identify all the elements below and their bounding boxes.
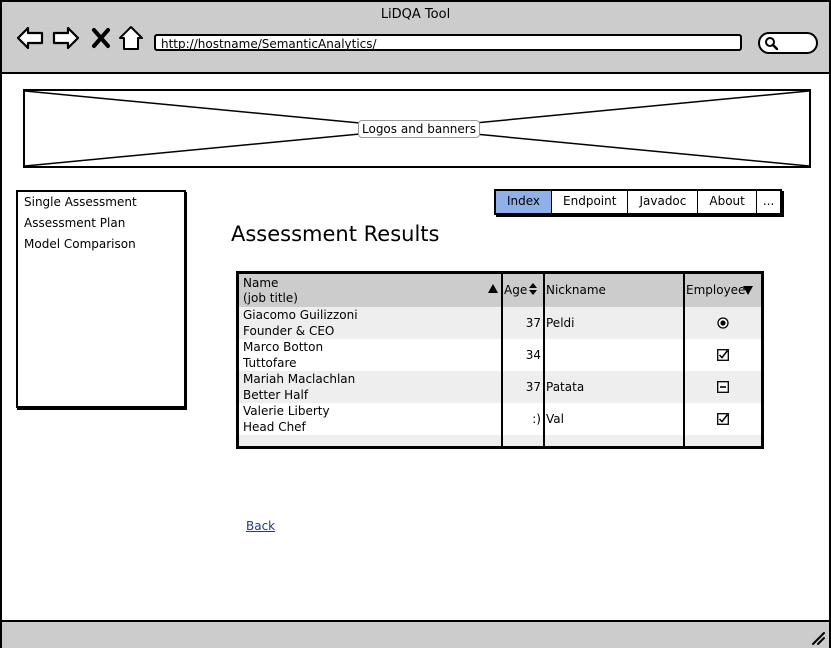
- column-divider: [501, 274, 503, 446]
- tab-javadoc[interactable]: Javadoc: [627, 191, 697, 213]
- cell-age: 37: [525, 380, 541, 394]
- sidebar-item-model-comparison[interactable]: Model Comparison: [18, 234, 184, 255]
- stop-icon[interactable]: [90, 24, 112, 52]
- tab-more[interactable]: ...: [755, 191, 780, 213]
- tab-bar: Index Endpoint Javadoc About ...: [494, 189, 783, 215]
- cell-name: Mariah Maclachlan: [243, 372, 356, 386]
- browser-window: LiDQA Tool http://hostname/SemanticAnaly…: [0, 0, 831, 648]
- search-field[interactable]: [758, 32, 818, 54]
- column-divider: [543, 274, 545, 446]
- browser-toolbar: LiDQA Tool http://hostname/SemanticAnaly…: [2, 2, 829, 74]
- banner-label: Logos and banners: [358, 120, 480, 138]
- column-header-nickname[interactable]: Nickname: [546, 283, 606, 298]
- resize-grip-icon[interactable]: [811, 631, 825, 645]
- page-title: Assessment Results: [231, 222, 440, 246]
- sidebar-item-assessment-plan[interactable]: Assessment Plan: [18, 213, 184, 234]
- cell-nickname: Val: [546, 412, 564, 426]
- sort-both-icon[interactable]: [529, 283, 537, 295]
- cell-name: Giacomo Guilizzoni: [243, 308, 358, 322]
- window-title: LiDQA Tool: [380, 7, 451, 22]
- column-header-employee[interactable]: Employee: [686, 283, 745, 298]
- checkbox-checked-icon[interactable]: [717, 349, 729, 361]
- banner-placeholder: Logos and banners: [23, 89, 811, 168]
- forward-arrow-icon[interactable]: [52, 24, 80, 52]
- cell-age: 34: [525, 348, 541, 362]
- radio-selected-icon[interactable]: [717, 317, 729, 329]
- column-divider: [683, 274, 685, 446]
- back-link[interactable]: Back: [246, 519, 275, 533]
- sort-ascending-icon[interactable]: [488, 284, 498, 293]
- checkbox-checked-icon[interactable]: [717, 413, 729, 425]
- cell-nickname: Patata: [546, 380, 585, 394]
- search-icon: [765, 37, 778, 50]
- url-bar[interactable]: http://hostname/SemanticAnalytics/: [154, 34, 742, 51]
- cell-nickname: Peldi: [546, 316, 575, 330]
- cell-name: Marco Botton: [243, 340, 324, 354]
- checkbox-indeterminate-icon[interactable]: [717, 381, 729, 393]
- cell-job-title: Founder & CEO: [243, 324, 335, 338]
- home-icon[interactable]: [118, 24, 144, 52]
- column-header-name[interactable]: Name (job title): [243, 276, 298, 306]
- tab-endpoint[interactable]: Endpoint: [551, 191, 627, 213]
- cell-job-title: Head Chef: [243, 420, 306, 434]
- cell-job-title: Tuttofare: [243, 356, 297, 370]
- cell-name: Valerie Liberty: [243, 404, 330, 418]
- cell-age: :): [532, 412, 541, 426]
- cell-job-title: Better Half: [243, 388, 309, 402]
- cell-age: 37: [525, 316, 541, 330]
- column-header-age[interactable]: Age: [504, 283, 527, 298]
- sort-descending-icon[interactable]: [743, 286, 753, 295]
- back-arrow-icon[interactable]: [16, 24, 44, 52]
- status-bar: [2, 620, 829, 648]
- sidebar-item-single-assessment[interactable]: Single Assessment: [18, 192, 184, 213]
- tab-about[interactable]: About: [697, 191, 755, 213]
- sidebar: Single Assessment Assessment Plan Model …: [16, 190, 186, 408]
- tab-index[interactable]: Index: [496, 191, 552, 213]
- results-table: Name (job title) Age Nickname Employee G…: [236, 271, 764, 449]
